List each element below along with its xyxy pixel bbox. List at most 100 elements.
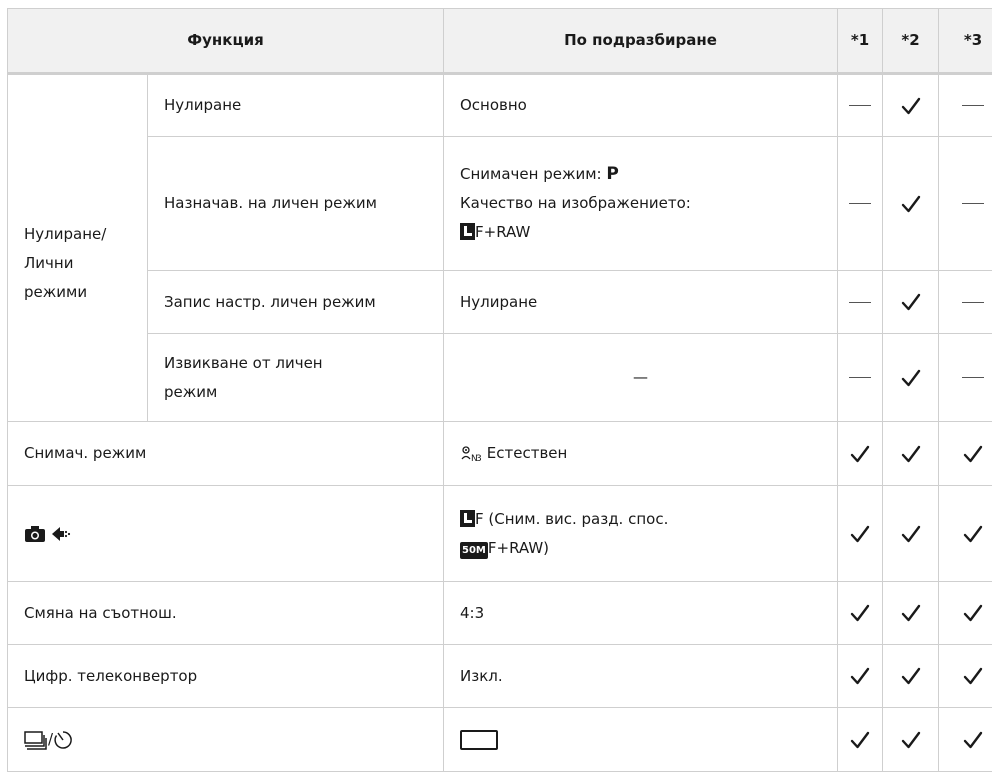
- large-size-icon: [460, 510, 475, 527]
- check-icon: [850, 603, 870, 623]
- row-default: 4:3: [444, 582, 838, 645]
- large-size-icon: [460, 223, 475, 240]
- check-icon: [963, 444, 983, 464]
- dash-cell: [939, 334, 992, 422]
- table-row: Смяна на съотнош. 4:3: [8, 582, 992, 645]
- row-name: [8, 486, 444, 582]
- settings-table: Функция По подразбиране *1 *2 *3 Нулиран…: [7, 8, 992, 772]
- dash-mark: [849, 377, 871, 378]
- group-label: Нулиране/ Лични режими: [8, 74, 148, 422]
- row-default: F (Сним. вис. разд. спос. 50MF+RAW): [444, 486, 838, 582]
- row-default: Основно: [444, 74, 838, 137]
- dash-cell: [939, 137, 992, 271]
- row-default: Нулиране: [444, 271, 838, 334]
- default-line: 50MF+RAW): [460, 534, 837, 563]
- check-icon: [901, 444, 921, 464]
- self-timer-icon: [53, 730, 73, 750]
- check-cell: [838, 645, 883, 708]
- quality-line2: F+RAW): [488, 539, 549, 557]
- check-cell: [939, 422, 992, 486]
- svg-text:3: 3: [476, 454, 482, 463]
- dash-mark: [849, 203, 871, 204]
- table-row: Запис настр. личен режим Нулиране: [8, 271, 992, 334]
- quality-line1: F (Сним. вис. разд. спос.: [475, 510, 668, 528]
- 50m-badge-icon: 50M: [460, 542, 488, 559]
- header-function: Функция: [8, 9, 444, 74]
- check-icon: [901, 603, 921, 623]
- check-cell: [883, 271, 939, 334]
- check-cell: [939, 708, 992, 772]
- check-cell: [883, 334, 939, 422]
- header-col1: *1: [838, 9, 883, 74]
- header-col2: *2: [883, 9, 939, 74]
- check-icon: [901, 96, 921, 116]
- picture-mode-value: Естествен: [487, 444, 568, 462]
- check-icon: [850, 730, 870, 750]
- default-line: Снимачен режим: P: [460, 160, 837, 189]
- row-default: [444, 708, 838, 772]
- row-name-line: Извикване от личен: [164, 349, 443, 378]
- picture-mode-natural-icon: N 3: [460, 445, 482, 463]
- dash-mark: [962, 302, 984, 303]
- default-line: F+RAW: [460, 218, 837, 247]
- group-label-line: Нулиране/: [24, 220, 147, 249]
- row-name: Смяна на съотнош.: [8, 582, 444, 645]
- dash-mark: [962, 105, 984, 106]
- row-name: Нулиране: [148, 74, 444, 137]
- dash-cell: [838, 74, 883, 137]
- default-mode-label: Снимачен режим:: [460, 165, 602, 183]
- check-cell: [883, 645, 939, 708]
- check-icon: [963, 524, 983, 544]
- row-name: Назначав. на личен режим: [148, 137, 444, 271]
- table-row: F (Сним. вис. разд. спос. 50MF+RAW): [8, 486, 992, 582]
- check-icon: [963, 730, 983, 750]
- check-icon: [850, 444, 870, 464]
- program-mode-icon: P: [606, 164, 618, 184]
- row-name: Запис настр. личен режим: [148, 271, 444, 334]
- row-name: Извикване от личен режим: [148, 334, 444, 422]
- row-name: /: [8, 708, 444, 772]
- check-icon: [901, 194, 921, 214]
- camera-icon: [24, 525, 46, 543]
- check-cell: [939, 645, 992, 708]
- table-row: Нулиране/ Лични режими Нулиране Основно: [8, 74, 992, 137]
- row-default: Изкл.: [444, 645, 838, 708]
- row-default: Снимачен режим: P Качество на изображени…: [444, 137, 838, 271]
- group-label-line: режими: [24, 278, 147, 307]
- check-cell: [838, 708, 883, 772]
- check-cell: [883, 74, 939, 137]
- check-cell: [883, 486, 939, 582]
- dash-cell: [838, 271, 883, 334]
- dash-cell: [838, 334, 883, 422]
- check-cell: [883, 708, 939, 772]
- table-header-row: Функция По подразбиране *1 *2 *3: [8, 9, 992, 74]
- check-cell: [939, 582, 992, 645]
- check-cell: [883, 137, 939, 271]
- check-icon: [850, 524, 870, 544]
- check-icon: [901, 666, 921, 686]
- default-line: Качество на изображението:: [460, 189, 837, 218]
- check-cell: [883, 422, 939, 486]
- row-name: Снимач. режим: [8, 422, 444, 486]
- default-dash: —: [633, 368, 648, 386]
- dash-cell: [939, 271, 992, 334]
- group-label-line: Лични: [24, 249, 147, 278]
- check-cell: [883, 582, 939, 645]
- table-row: /: [8, 708, 992, 772]
- row-name-line: режим: [164, 378, 443, 407]
- dash-mark: [962, 203, 984, 204]
- image-quality-icon: [51, 525, 73, 543]
- dash-mark: [849, 302, 871, 303]
- dash-mark: [962, 377, 984, 378]
- dash-cell: [939, 74, 992, 137]
- row-default: N 3 Естествен: [444, 422, 838, 486]
- check-icon: [901, 368, 921, 388]
- dash-cell: [838, 137, 883, 271]
- table-row: Цифр. телеконвертор Изкл.: [8, 645, 992, 708]
- table-row: Снимач. режим N 3 Естествен: [8, 422, 992, 486]
- check-icon: [963, 666, 983, 686]
- check-icon: [901, 524, 921, 544]
- header-default: По подразбиране: [444, 9, 838, 74]
- header-col3: *3: [939, 9, 992, 74]
- check-icon: [901, 292, 921, 312]
